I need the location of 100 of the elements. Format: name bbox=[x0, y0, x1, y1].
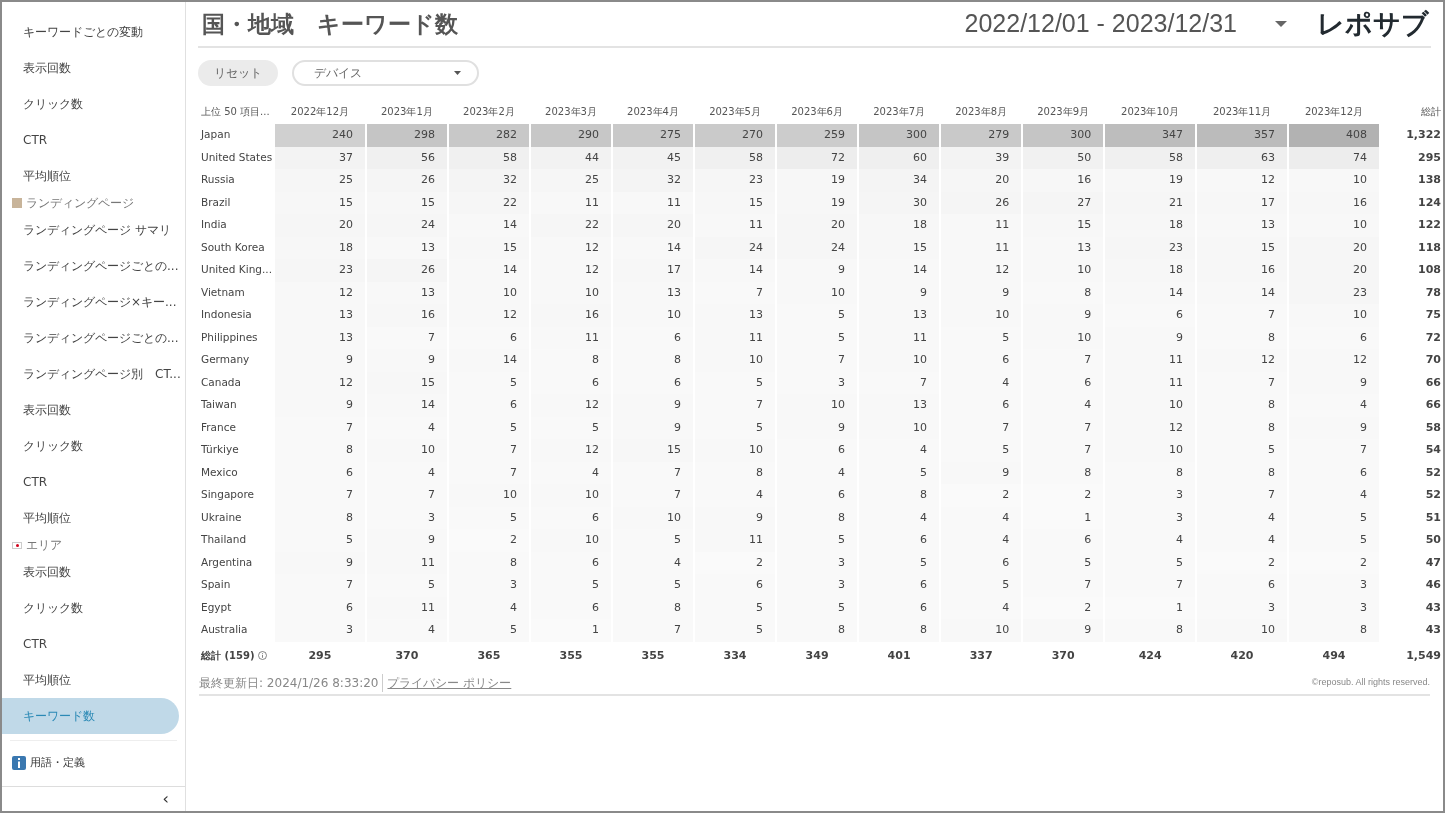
table-cell: 275 bbox=[613, 124, 693, 147]
collapse-sidebar-button[interactable]: ‹ bbox=[162, 790, 169, 807]
table-cell: 3 bbox=[448, 574, 529, 597]
column-header[interactable]: 2023年7月 bbox=[859, 98, 940, 124]
row-total-cell-text: 43 bbox=[1424, 599, 1441, 616]
table-cell: 10 bbox=[777, 281, 858, 304]
table-cell: 4 bbox=[941, 506, 1022, 529]
sidebar-item[interactable]: ランディングページごとの... bbox=[2, 320, 179, 356]
table-cell: 14 bbox=[695, 259, 776, 282]
table-cell: 3 bbox=[1288, 596, 1379, 619]
column-header[interactable]: 2023年2月 bbox=[448, 98, 529, 124]
sidebar-item[interactable]: ランディングページ×キー... bbox=[2, 284, 179, 320]
table-cell: 24 bbox=[695, 236, 776, 259]
table-cell: 58 bbox=[695, 146, 776, 169]
table-cell: 21 bbox=[1105, 191, 1196, 214]
table-cell: 4 bbox=[613, 551, 693, 574]
column-header[interactable]: 2023年8月 bbox=[941, 98, 1022, 124]
column-total-cell-text: 401 bbox=[886, 648, 912, 665]
sidebar-item[interactable]: CTR bbox=[2, 626, 179, 662]
table-cell: 2 bbox=[1023, 484, 1104, 507]
sidebar-item[interactable]: 平均順位 bbox=[2, 500, 179, 536]
table-cell: 10 bbox=[1105, 439, 1196, 462]
row-total-cell-text: 51 bbox=[1424, 509, 1441, 526]
sidebar-item[interactable]: CTR bbox=[2, 122, 179, 158]
table-cell: 4 bbox=[1197, 506, 1287, 529]
column-header[interactable]: 2023年10月 bbox=[1105, 98, 1196, 124]
table-cell: 11 bbox=[1105, 349, 1196, 372]
sidebar-item[interactable]: クリック数 bbox=[2, 86, 179, 122]
table-cell: 13 bbox=[859, 304, 940, 327]
table-cell: 14 bbox=[448, 349, 529, 372]
table-cell: 13 bbox=[275, 326, 365, 349]
table-cell: 7 bbox=[275, 574, 365, 597]
column-header[interactable]: 2023年5月 bbox=[695, 98, 776, 124]
date-range-dropdown[interactable]: 2022/12/01 - 2023/12/31 bbox=[964, 5, 1287, 43]
sidebar-item[interactable]: ランディングページ別 CT... bbox=[2, 356, 179, 392]
table-cell: 5 bbox=[448, 619, 529, 642]
row-total-cell-text: 58 bbox=[1424, 419, 1441, 436]
table-cell: 5 bbox=[275, 529, 365, 552]
table-cell: 4 bbox=[530, 461, 611, 484]
column-header[interactable]: 上位 50 項目... bbox=[201, 98, 273, 124]
table-cell: 18 bbox=[1105, 214, 1196, 237]
table-cell: 12 bbox=[275, 281, 365, 304]
table-cell: 8 bbox=[1023, 461, 1104, 484]
table-cell: 12 bbox=[530, 236, 611, 259]
table-cell: 32 bbox=[448, 169, 529, 192]
table-cell: 6 bbox=[448, 326, 529, 349]
glossary-link[interactable]: 用語・定義 bbox=[2, 741, 185, 786]
table-cell: 7 bbox=[613, 461, 693, 484]
table-cell: 7 bbox=[366, 484, 447, 507]
table-cell: 1 bbox=[1105, 596, 1196, 619]
table-cell: 3 bbox=[777, 371, 858, 394]
table-cell: 26 bbox=[366, 259, 447, 282]
table-cell: 298 bbox=[366, 124, 447, 147]
column-header[interactable]: 2023年1月 bbox=[366, 98, 447, 124]
table-cell: 4 bbox=[366, 619, 447, 642]
table-cell: 11 bbox=[695, 326, 776, 349]
table-cell: 6 bbox=[613, 326, 693, 349]
table-cell: 30 bbox=[859, 191, 940, 214]
column-header[interactable]: 2023年9月 bbox=[1023, 98, 1104, 124]
column-header[interactable]: 2023年12月 bbox=[1288, 98, 1379, 124]
table-cell: 408 bbox=[1288, 124, 1379, 147]
table-cell: 6 bbox=[1105, 304, 1196, 327]
sidebar-item[interactable]: クリック数 bbox=[2, 428, 179, 464]
sidebar-item[interactable]: 平均順位 bbox=[2, 158, 179, 194]
column-header[interactable]: 2022年12月 bbox=[275, 98, 365, 124]
table-cell: 13 bbox=[1023, 236, 1104, 259]
sidebar-item[interactable]: キーワードごとの変動 bbox=[2, 14, 179, 50]
table-cell: 10 bbox=[1288, 214, 1379, 237]
row-total-cell-text: 46 bbox=[1424, 577, 1441, 593]
row-total-cell-text: 138 bbox=[1417, 172, 1441, 188]
sidebar-item[interactable]: 表示回数 bbox=[2, 392, 179, 428]
privacy-policy-link[interactable]: プライバシー ポリシー bbox=[387, 673, 512, 692]
device-dropdown[interactable]: デバイス bbox=[292, 60, 479, 86]
column-header[interactable]: 2023年4月 bbox=[613, 98, 693, 124]
table-cell: 11 bbox=[859, 326, 940, 349]
column-header[interactable]: 2023年3月 bbox=[530, 98, 611, 124]
sidebar-item[interactable]: 表示回数 bbox=[2, 50, 179, 86]
table-cell: 5 bbox=[941, 439, 1022, 462]
table-cell: 5 bbox=[777, 326, 858, 349]
sidebar-item[interactable]: クリック数 bbox=[2, 590, 179, 626]
table-cell: 13 bbox=[366, 281, 447, 304]
sidebar-item[interactable]: ランディングページ サマリ bbox=[2, 212, 179, 248]
reset-button[interactable]: リセット bbox=[198, 60, 278, 86]
country-cell-text: Russia bbox=[201, 172, 236, 188]
last-updated-text: 最終更新日: 2024/1/26 8:33:20 bbox=[199, 673, 384, 692]
sidebar-item[interactable]: 表示回数 bbox=[2, 554, 179, 590]
sidebar-item[interactable]: CTR bbox=[2, 464, 179, 500]
table-cell: 10 bbox=[448, 281, 529, 304]
column-header[interactable]: 総計 bbox=[1381, 98, 1441, 124]
table-cell: 4 bbox=[1288, 484, 1379, 507]
table-cell: 9 bbox=[1023, 304, 1104, 327]
table-cell: 18 bbox=[859, 214, 940, 237]
table-cell: 15 bbox=[366, 371, 447, 394]
column-header[interactable]: 2023年11月 bbox=[1197, 98, 1287, 124]
sidebar-item[interactable]: 平均順位 bbox=[2, 662, 179, 698]
sidebar-item[interactable]: ランディングページごとの... bbox=[2, 248, 179, 284]
table-cell: 12 bbox=[530, 439, 611, 462]
column-header[interactable]: 2023年6月 bbox=[777, 98, 858, 124]
table-cell: 10 bbox=[941, 619, 1022, 642]
country-cell-text: France bbox=[201, 419, 237, 435]
